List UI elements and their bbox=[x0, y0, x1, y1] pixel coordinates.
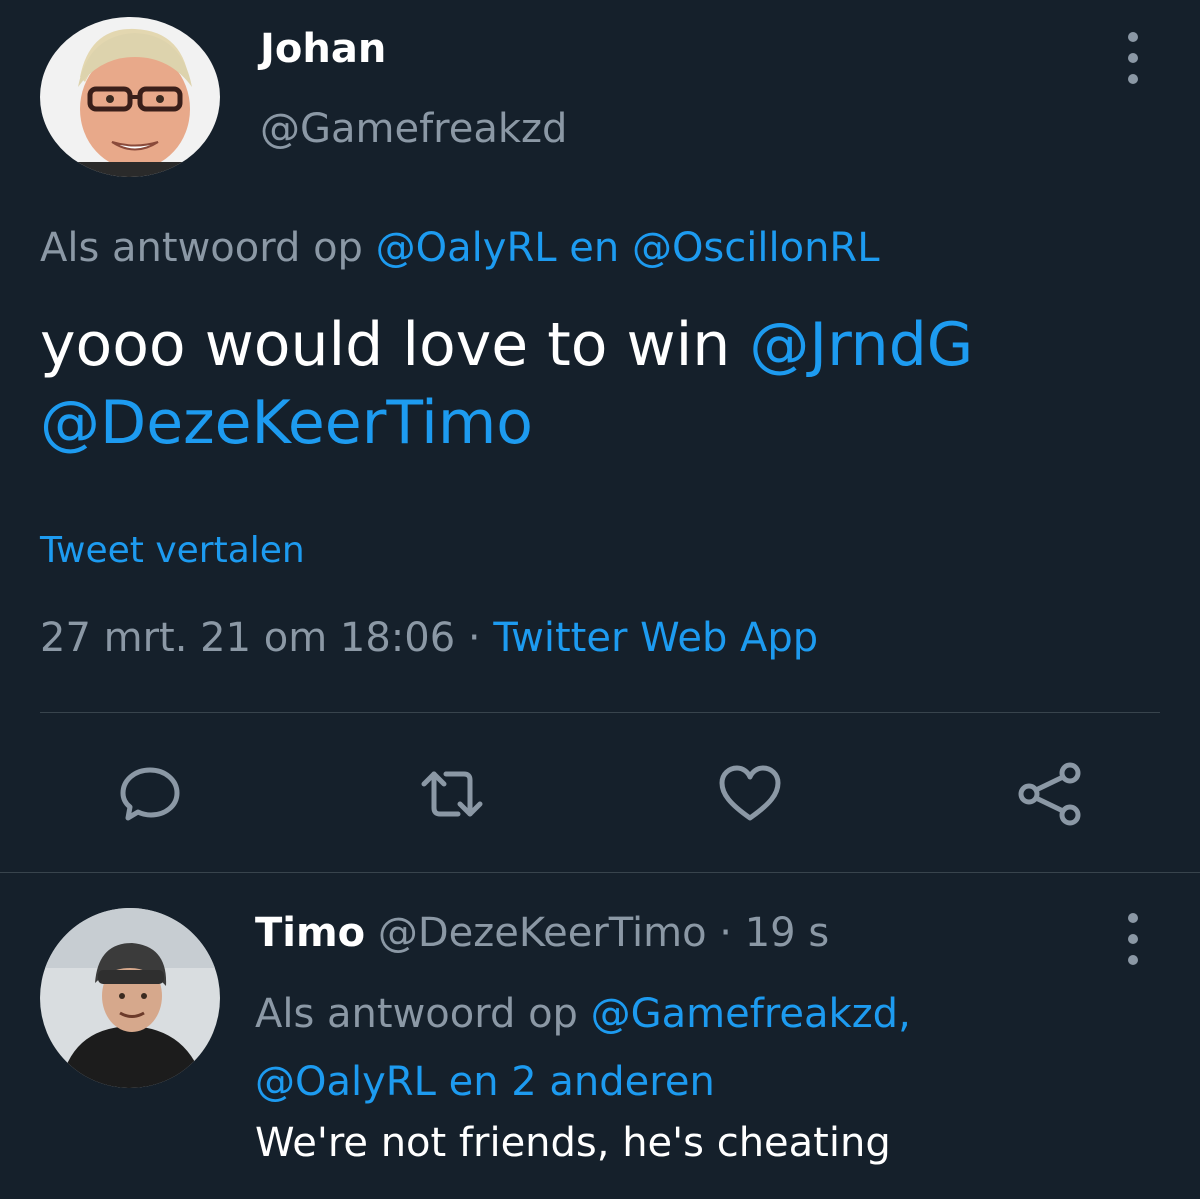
heart-icon[interactable] bbox=[718, 762, 782, 826]
reply-author-avatar[interactable] bbox=[40, 908, 220, 1088]
meta-separator: · bbox=[719, 910, 732, 956]
reply-text: We're not friends, he's cheating bbox=[255, 1120, 891, 1166]
author-handle[interactable]: @Gamefreakzd bbox=[260, 106, 567, 152]
retweet-icon[interactable] bbox=[420, 762, 484, 826]
translate-tweet-link[interactable]: Tweet vertalen bbox=[40, 530, 305, 571]
reply-time[interactable]: 19 s bbox=[745, 910, 829, 956]
tweet-text-content: yooo would love to win bbox=[40, 310, 731, 380]
reply-header: Timo @DezeKeerTimo · 19 s bbox=[255, 910, 829, 956]
more-options-icon[interactable] bbox=[1127, 913, 1139, 976]
reply-context: Als antwoord op @OalyRL en @OscillonRL bbox=[40, 225, 880, 271]
source-link[interactable]: Twitter Web App bbox=[493, 615, 818, 661]
reply-others-link[interactable]: en 2 anderen bbox=[449, 1059, 715, 1105]
divider bbox=[0, 872, 1200, 873]
timestamp[interactable]: 27 mrt. 21 om 18:06 bbox=[40, 615, 455, 661]
share-icon[interactable] bbox=[1018, 762, 1082, 826]
mention-link[interactable]: @OalyRL bbox=[376, 225, 557, 271]
author-name[interactable]: Johan bbox=[260, 26, 386, 72]
author-avatar[interactable] bbox=[40, 17, 220, 177]
tweet-meta: 27 mrt. 21 om 18:06 · Twitter Web App bbox=[40, 615, 818, 661]
reply-prefix: Als antwoord op bbox=[40, 225, 363, 271]
mention-link[interactable]: @DezeKeerTimo bbox=[40, 388, 533, 458]
mention-link[interactable]: @OalyRL bbox=[255, 1059, 436, 1105]
mention-link[interactable]: @JrndG bbox=[749, 310, 973, 380]
mention-link[interactable]: @OscillonRL bbox=[632, 225, 880, 271]
reply-context: Als antwoord op @Gamefreakzd, @OalyRL en… bbox=[255, 980, 1115, 1116]
divider bbox=[40, 712, 1160, 713]
reply-icon[interactable] bbox=[118, 762, 182, 826]
tweet-text: yooo would love to win @JrndG @DezeKeerT… bbox=[40, 306, 1170, 462]
more-options-icon[interactable] bbox=[1127, 32, 1139, 95]
meta-separator: · bbox=[467, 615, 481, 661]
mention-link[interactable]: @Gamefreakzd, bbox=[591, 991, 911, 1037]
reply-and: en bbox=[569, 225, 620, 271]
reply-prefix: Als antwoord op bbox=[255, 991, 578, 1037]
reply-author-name[interactable]: Timo bbox=[255, 910, 365, 956]
reply-author-handle[interactable]: @DezeKeerTimo bbox=[378, 910, 707, 956]
